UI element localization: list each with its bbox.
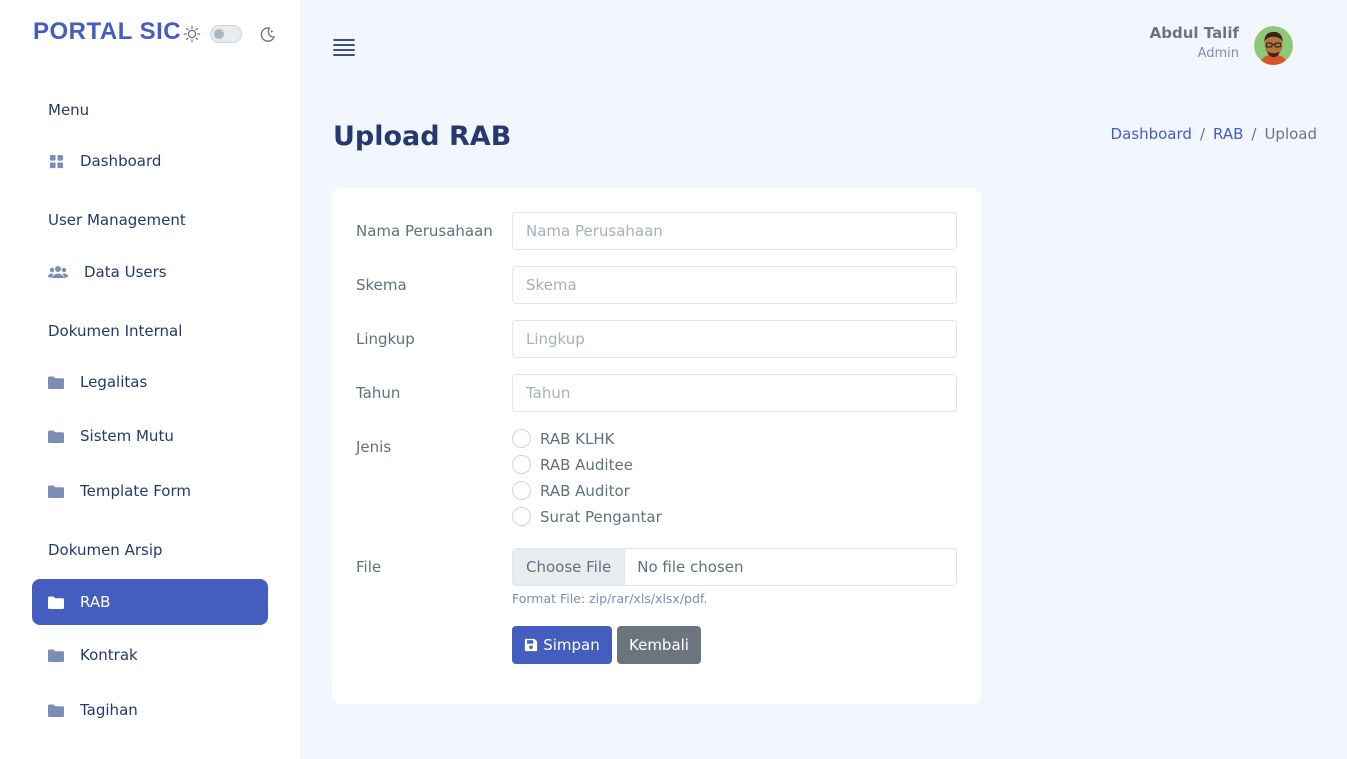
theme-toggle: [183, 25, 276, 43]
radio-label: RAB KLHK: [540, 429, 615, 448]
sidebar: PORTAL SIC Menu Dashboard User Managemen…: [0, 0, 300, 759]
breadcrumb-upload: Upload: [1264, 125, 1317, 143]
folder-icon: [48, 428, 64, 444]
sidebar-item-dashboard[interactable]: Dashboard: [32, 138, 268, 184]
sidebar-section-dokumen-arsip: Dokumen Arsip: [48, 541, 163, 559]
sidebar-header: PORTAL SIC: [33, 18, 276, 46]
sidebar-item-label: Dashboard: [80, 152, 162, 170]
sidebar-item-label: Sistem Mutu: [80, 427, 174, 445]
jenis-option-rab-klhk[interactable]: RAB KLHK: [512, 429, 614, 448]
breadcrumb-rab[interactable]: RAB: [1213, 125, 1243, 143]
choose-file-button[interactable]: Choose File: [513, 549, 626, 585]
tahun-input[interactable]: [512, 374, 957, 412]
sidebar-section-dokumen-internal: Dokumen Internal: [48, 322, 183, 340]
avatar[interactable]: [1254, 26, 1293, 65]
jenis-option-surat-pengantar[interactable]: Surat Pengantar: [512, 507, 662, 526]
folder-icon: [48, 374, 64, 390]
sidebar-item-tagihan[interactable]: Tagihan: [32, 687, 268, 733]
skema-label: Skema: [356, 276, 407, 294]
jenis-label: Jenis: [356, 438, 392, 456]
sidebar-item-label: Data Users: [84, 263, 167, 281]
radio-label: RAB Auditor: [540, 481, 630, 500]
skema-input[interactable]: [512, 266, 957, 304]
user-role: Admin: [1197, 46, 1239, 61]
tahun-label: Tahun: [356, 384, 401, 402]
floppy-disk-icon: [525, 638, 538, 652]
grid-icon: [48, 153, 64, 169]
sidebar-item-label: RAB: [80, 593, 111, 611]
sidebar-item-label: Tagihan: [80, 701, 138, 719]
sun-icon: [183, 25, 201, 43]
radio-label: RAB Auditee: [540, 455, 633, 474]
sidebar-section-user-management: User Management: [48, 211, 186, 229]
sidebar-item-label: Legalitas: [80, 373, 148, 391]
breadcrumb-dashboard[interactable]: Dashboard: [1111, 125, 1192, 143]
theme-switch[interactable]: [210, 25, 243, 43]
radio-label: Surat Pengantar: [540, 507, 662, 526]
folder-icon: [48, 647, 64, 663]
breadcrumb: Dashboard / RAB / Upload: [1111, 125, 1317, 143]
brand-logo[interactable]: PORTAL SIC: [33, 18, 181, 46]
file-input[interactable]: Choose File No file chosen: [512, 548, 957, 586]
sidebar-item-data-users[interactable]: Data Users: [32, 249, 268, 295]
user-menu[interactable]: Abdul Talif Admin: [1150, 24, 1239, 61]
users-icon: [48, 264, 68, 280]
jenis-option-rab-auditor[interactable]: RAB Auditor: [512, 481, 630, 500]
upload-form-card: Nama Perusahaan Skema Lingkup Tahun Jeni…: [332, 188, 981, 704]
radio-button[interactable]: [512, 507, 531, 526]
sidebar-item-partial[interactable]: [32, 742, 268, 759]
theme-switch-knob: [214, 29, 225, 39]
breadcrumb-separator: /: [1199, 125, 1205, 143]
sidebar-item-template-form[interactable]: Template Form: [32, 468, 268, 514]
sidebar-item-sistem-mutu[interactable]: Sistem Mutu: [32, 413, 268, 459]
save-button-label: Simpan: [543, 636, 600, 654]
folder-icon: [48, 702, 64, 718]
folder-icon: [48, 594, 64, 610]
sidebar-item-label: Kontrak: [80, 646, 138, 664]
sidebar-item-kontrak[interactable]: Kontrak: [32, 632, 268, 678]
lingkup-label: Lingkup: [356, 330, 415, 348]
back-button[interactable]: Kembali: [617, 626, 701, 664]
file-label: File: [356, 558, 382, 576]
sidebar-section-menu: Menu: [48, 101, 90, 119]
folder-icon: [48, 483, 64, 499]
radio-button[interactable]: [512, 481, 531, 500]
back-button-label: Kembali: [629, 636, 689, 654]
file-status: No file chosen: [637, 558, 744, 576]
sidebar-item-legalitas[interactable]: Legalitas: [32, 359, 268, 405]
radio-button[interactable]: [512, 455, 531, 474]
jenis-option-rab-auditee[interactable]: RAB Auditee: [512, 455, 633, 474]
page-title: Upload RAB: [333, 121, 512, 152]
nama-perusahaan-label: Nama Perusahaan: [356, 222, 493, 240]
hamburger-icon[interactable]: [333, 37, 355, 57]
save-button[interactable]: Simpan: [512, 626, 612, 664]
file-format-help: Format File: zip/rar/xls/xlsx/pdf.: [512, 591, 708, 606]
breadcrumb-separator: /: [1251, 125, 1257, 143]
sidebar-item-label: Template Form: [80, 482, 191, 500]
radio-button[interactable]: [512, 429, 531, 448]
sidebar-item-rab[interactable]: RAB: [32, 579, 268, 625]
moon-icon: [260, 26, 275, 42]
user-name: Abdul Talif: [1149, 24, 1239, 42]
lingkup-input[interactable]: [512, 320, 957, 358]
nama-perusahaan-input[interactable]: [512, 212, 957, 250]
